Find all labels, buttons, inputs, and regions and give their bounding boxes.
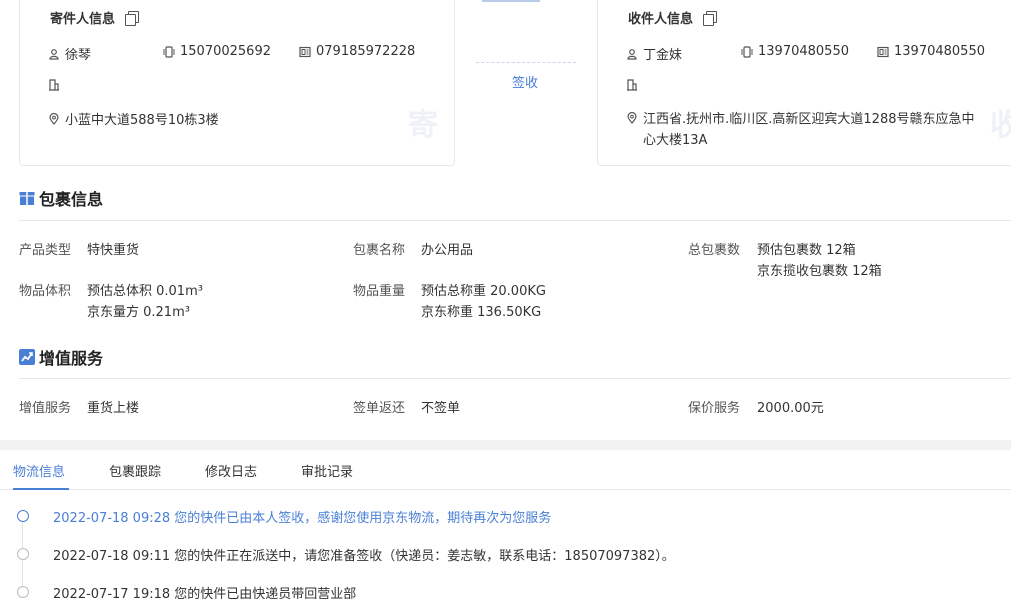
location-pin-icon [626,112,638,124]
receiver-address-line1: 江西省.抚州市.临川区.高新区迎宾大道1288号赣东应急中 [643,112,975,127]
mobile-icon [163,45,175,58]
copy-icon[interactable] [703,10,718,26]
tab-package-tracking[interactable]: 包裹跟踪 [109,461,161,480]
package-section-title: 包裹信息 [39,190,104,209]
copy-icon[interactable] [125,10,140,26]
receiver-title: 收件人信息 [628,12,694,27]
timeline-entry: 2022-07-17 19:18 您的快件已由快递员带回营业部 [53,587,357,599]
value-added-section-title: 增值服务 [39,349,104,368]
sender-phone-row: 079185972228 [299,44,415,59]
sender-name: 徐琴 [65,48,92,63]
timeline-entry: 2022-07-18 09:28 您的快件已由本人签收，感谢您使用京东物流，期待… [53,511,552,526]
receipt-value: 不签单 [421,401,461,416]
timeline-connector [22,560,23,586]
receiver-phone: 13970480550 [894,44,985,59]
sender-building-row [48,79,60,91]
total-packages-label: 总包裹数 [688,243,741,258]
total-collected: 京东揽收包裹数 12箱 [757,264,882,279]
volume-estimated: 预估总体积 0.01m³ [87,284,203,299]
package-name-label: 包裹名称 [353,243,406,258]
service-value: 重货上楼 [87,401,140,416]
sender-title-row: 寄件人信息 [50,8,140,27]
tab-approval-records[interactable]: 审批记录 [301,461,353,480]
timeline-dot [17,586,29,598]
tab-logistics[interactable]: 物流信息 [13,461,65,480]
package-icon [19,190,35,206]
receipt-label: 签单返还 [353,401,406,416]
weight-estimated: 预估总称重 20.00KG [421,284,546,299]
receiver-address-row: 江西省.抚州市.临川区.高新区迎宾大道1288号赣东应急中 心大楼13A [626,109,974,151]
location-pin-icon [48,112,60,125]
sender-address-row: 小蓝中大道588号10栋3楼 [48,109,219,128]
receiver-building-row [626,79,638,91]
insurance-value: 2000.00元 [757,401,824,416]
timeline-dot [17,548,29,560]
building-icon [48,79,60,91]
package-name-value: 办公用品 [421,243,474,258]
receiver-name-row: 丁金妹 [626,44,682,63]
status-label: 签收 [512,76,539,91]
receiver-address-line2: 心大楼13A [643,133,708,148]
tabs-divider [0,489,1011,490]
weight-label: 物品重量 [353,284,406,299]
timeline-entry: 2022-07-18 09:11 您的快件正在派送中，请您准备签收（快递员：姜志… [53,549,675,564]
total-packages-value: 预估包裹数 12箱 京东揽收包裹数 12箱 [757,240,882,282]
product-type-value: 特快重货 [87,243,140,258]
status-progress-bar [482,0,540,2]
sender-card: 寄件人信息 徐琴 15070025692 079185972228 小蓝中大道5… [19,0,455,166]
status-connector-line [476,62,576,63]
receiver-watermark: 收 [990,108,1011,143]
receiver-mobile: 13970480550 [758,44,849,59]
mobile-icon [741,45,753,58]
sender-watermark: 寄 [408,108,438,143]
active-tab-indicator [13,488,69,490]
person-icon [626,48,638,60]
receiver-title-row: 收件人信息 [628,8,718,27]
service-label: 增值服务 [19,401,72,416]
sender-mobile-row: 15070025692 [163,44,271,59]
volume-label: 物品体积 [19,284,72,299]
value-added-section-heading: 增值服务 [19,345,103,369]
sender-address: 小蓝中大道588号10栋3楼 [65,113,219,128]
timeline-connector [22,522,23,548]
person-icon [48,48,60,60]
receiver-phone-row: 13970480550 [877,44,985,59]
package-section-heading: 包裹信息 [19,186,103,210]
landline-icon [877,46,889,58]
sender-phone: 079185972228 [316,44,416,59]
trend-chart-icon [19,349,35,365]
volume-measured: 京东量方 0.21m³ [87,305,190,320]
sender-title: 寄件人信息 [50,12,116,27]
sender-name-row: 徐琴 [48,44,91,63]
total-estimated: 预估包裹数 12箱 [757,243,856,258]
sender-mobile: 15070025692 [180,44,271,59]
tab-change-log[interactable]: 修改日志 [205,461,257,480]
landline-icon [299,46,311,58]
volume-value: 预估总体积 0.01m³ 京东量方 0.21m³ [87,281,203,323]
package-divider [19,220,1011,221]
timeline-dot [17,510,29,522]
product-type-label: 产品类型 [19,243,72,258]
receiver-mobile-row: 13970480550 [741,44,849,59]
receiver-name: 丁金妹 [643,48,683,63]
weight-measured: 京东称重 136.50KG [421,305,542,320]
weight-value: 预估总称重 20.00KG 京东称重 136.50KG [421,281,546,323]
insurance-label: 保价服务 [688,401,741,416]
receiver-address: 江西省.抚州市.临川区.高新区迎宾大道1288号赣东应急中 心大楼13A [643,109,974,151]
receiver-card: 收件人信息 丁金妹 13970480550 13970480550 江西省.抚州… [597,0,1011,166]
building-icon [626,79,638,91]
value-added-divider [19,378,1011,379]
section-separator [0,440,1011,450]
